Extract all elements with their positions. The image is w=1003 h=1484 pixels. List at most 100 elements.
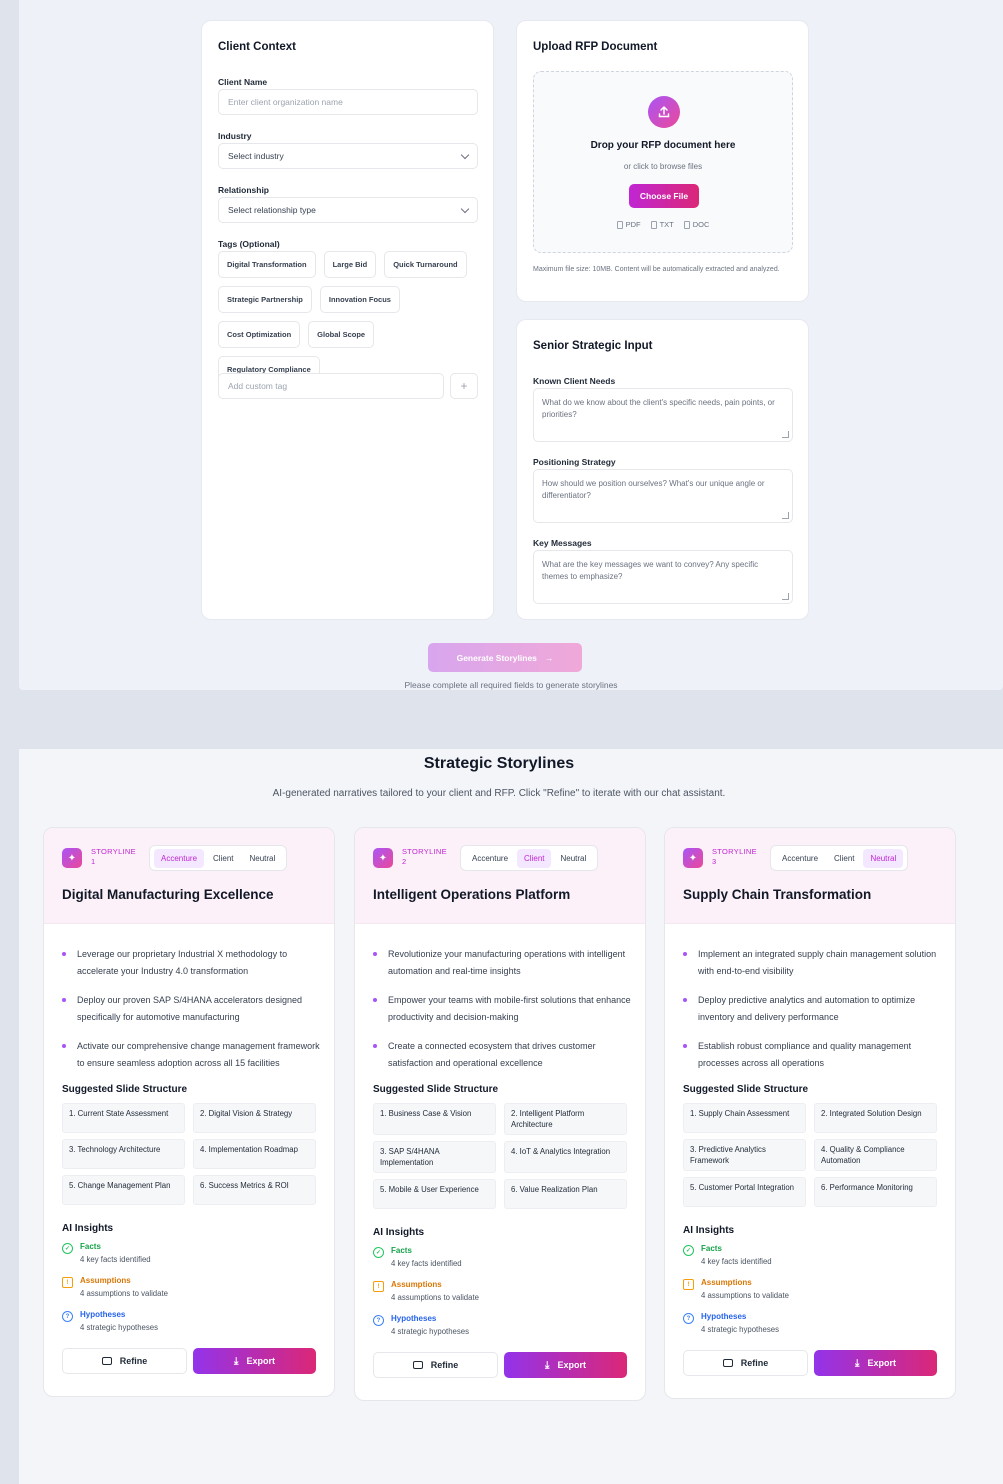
known-needs-textarea[interactable]: What do we know about the client's speci…	[533, 388, 793, 442]
file-icon	[616, 220, 623, 229]
tag-chip[interactable]: Quick Turnaround	[384, 251, 467, 278]
positioning-textarea[interactable]: How should we position ourselves? What's…	[533, 469, 793, 523]
download-icon: ⤓	[234, 1355, 239, 1367]
custom-tag-input[interactable]: Add custom tag	[218, 373, 444, 399]
perspective-toggle: Accenture Client Neutral	[460, 845, 599, 871]
insight-facts: ✓ Facts 4 key facts identified	[62, 1242, 316, 1268]
perspective-tab[interactable]: Accenture	[775, 849, 825, 868]
industry-select-value: Select industry	[228, 151, 284, 161]
tag-chip[interactable]: Innovation Focus	[319, 286, 400, 313]
tags-label: Tags (Optional)	[218, 239, 280, 249]
insight-description: 4 strategic hypotheses	[391, 1327, 470, 1336]
storyline-bullet: Deploy predictive analytics and automati…	[683, 992, 941, 1026]
tag-chip[interactable]: Large Bid	[323, 251, 377, 278]
insight-assumptions: ! Assumptions 4 assumptions to validate	[683, 1278, 937, 1304]
choose-file-button[interactable]: Choose File	[629, 184, 699, 208]
card-actions: Refine ⤓ Export	[683, 1350, 937, 1376]
refine-button[interactable]: Refine	[62, 1348, 187, 1374]
sparkles-icon: ✦	[373, 848, 393, 868]
storyline-bullets: Leverage our proprietary Industrial X me…	[44, 924, 334, 1072]
download-icon: ⤓	[855, 1357, 860, 1369]
tag-chip[interactable]: Strategic Partnership	[218, 286, 312, 313]
insight-label: Facts	[391, 1246, 412, 1255]
slide-structure-grid: 1. Supply Chain Assessment 2. Integrated …	[683, 1103, 937, 1207]
storyline-title: Digital Manufacturing Excellence	[62, 887, 274, 902]
ai-insights-heading: AI Insights	[373, 1227, 425, 1238]
download-icon: ⤓	[545, 1359, 550, 1371]
generate-storylines-button[interactable]: Generate Storylines →	[428, 643, 582, 672]
refine-button[interactable]: Refine	[683, 1350, 808, 1376]
perspective-tab[interactable]: Client	[517, 848, 552, 868]
slide-item: 4. Implementation Roadmap	[193, 1139, 316, 1169]
supported-formats: PDF TXT DOC	[534, 220, 792, 229]
file-drop-zone[interactable]: Drop your RFP document here or click to …	[533, 71, 793, 253]
perspective-tab[interactable]: Neutral	[863, 848, 904, 868]
insight-label: Hypotheses	[701, 1312, 747, 1321]
client-context-card: Client Context Client Name Enter client …	[201, 20, 494, 620]
tag-chip[interactable]: Cost Optimization	[218, 321, 301, 348]
refine-label: Refine	[430, 1360, 459, 1370]
ai-insights: ✓ Facts 4 key facts identified ! Assumpt…	[62, 1242, 316, 1336]
client-context-title: Client Context	[218, 41, 296, 53]
relationship-label: Relationship	[218, 185, 270, 195]
tag-chip[interactable]: Digital Transformation	[218, 251, 316, 278]
message-square-icon	[412, 1361, 423, 1369]
export-button[interactable]: ⤓ Export	[504, 1352, 627, 1378]
rfp-form-screen: Client Context Client Name Enter client …	[19, 0, 1003, 690]
max-size-note: Maximum file size: 10MB. Content will be…	[533, 266, 780, 273]
insight-label: Assumptions	[391, 1280, 442, 1289]
perspective-tab[interactable]: Client	[206, 849, 240, 868]
insight-assumptions: ! Assumptions 4 assumptions to validate	[62, 1276, 316, 1302]
slide-item: 2. Digital Vision & Strategy	[193, 1103, 316, 1133]
generate-label: Generate Storylines	[456, 652, 537, 663]
slide-item: 4. IoT & Analytics Integration	[504, 1141, 627, 1173]
warning-icon: !	[62, 1277, 73, 1288]
refine-label: Refine	[119, 1356, 148, 1366]
perspective-tab[interactable]: Accenture	[465, 849, 515, 868]
perspective-tab[interactable]: Client	[827, 849, 861, 868]
industry-label: Industry	[218, 131, 252, 141]
export-button[interactable]: ⤓ Export	[814, 1350, 937, 1376]
perspective-tab[interactable]: Accenture	[154, 848, 205, 868]
client-name-label: Client Name	[218, 77, 268, 87]
slide-item: 2. Intelligent Platform Architecture	[504, 1103, 627, 1135]
tag-chip[interactable]: Global Scope	[308, 321, 375, 348]
refine-button[interactable]: Refine	[373, 1352, 498, 1378]
client-name-input[interactable]: Enter client organization name	[218, 89, 478, 115]
export-label: Export	[867, 1358, 896, 1368]
export-label: Export	[246, 1356, 275, 1366]
slide-item: 6. Performance Monitoring	[814, 1177, 937, 1207]
sparkles-icon: ✦	[683, 848, 703, 868]
help-circle-icon: ?	[683, 1313, 694, 1324]
storyline-bullet: Activate our comprehensive change manage…	[62, 1038, 320, 1072]
senior-input-title: Senior Strategic Input	[533, 340, 653, 352]
ai-insights-heading: AI Insights	[62, 1223, 114, 1234]
storyline-tag-number: 3	[712, 857, 717, 866]
check-circle-icon: ✓	[62, 1243, 73, 1254]
storyline-bullet: Establish robust compliance and quality …	[683, 1038, 941, 1072]
storyline-title: Supply Chain Transformation	[683, 887, 872, 902]
slide-item: 5. Change Management Plan	[62, 1175, 185, 1205]
slide-item: 3. Technology Architecture	[62, 1139, 185, 1169]
industry-select[interactable]: Select industry	[218, 143, 478, 169]
slide-item: 1. Current State Assessment	[62, 1103, 185, 1133]
storyline-card: ✦ STORYLINE 2 Accenture Client Neutral Int…	[354, 827, 646, 1401]
insight-label: Hypotheses	[391, 1314, 437, 1323]
slide-item: 2. Integrated Solution Design	[814, 1103, 937, 1133]
storyline-bullets: Implement an integrated supply chain man…	[665, 924, 955, 1072]
key-messages-textarea[interactable]: What are the key messages we want to con…	[533, 550, 793, 604]
relationship-select[interactable]: Select relationship type	[218, 197, 478, 223]
insight-description: 4 assumptions to validate	[80, 1289, 168, 1298]
export-button[interactable]: ⤓ Export	[193, 1348, 316, 1374]
add-tag-button[interactable]: +	[450, 373, 478, 399]
insight-label: Assumptions	[80, 1276, 131, 1285]
storyline-bullets: Revolutionize your manufacturing operati…	[355, 924, 645, 1072]
insight-assumptions: ! Assumptions 4 assumptions to validate	[373, 1280, 627, 1306]
message-square-icon	[101, 1357, 112, 1365]
perspective-tab[interactable]: Neutral	[553, 849, 593, 868]
senior-input-card: Senior Strategic Input Known Client Need…	[516, 319, 809, 620]
perspective-tab[interactable]: Neutral	[242, 849, 282, 868]
slide-structure-heading: Suggested Slide Structure	[373, 1084, 499, 1095]
storyline-tag-number: 1	[91, 857, 96, 866]
known-needs-label: Known Client Needs	[533, 376, 616, 386]
